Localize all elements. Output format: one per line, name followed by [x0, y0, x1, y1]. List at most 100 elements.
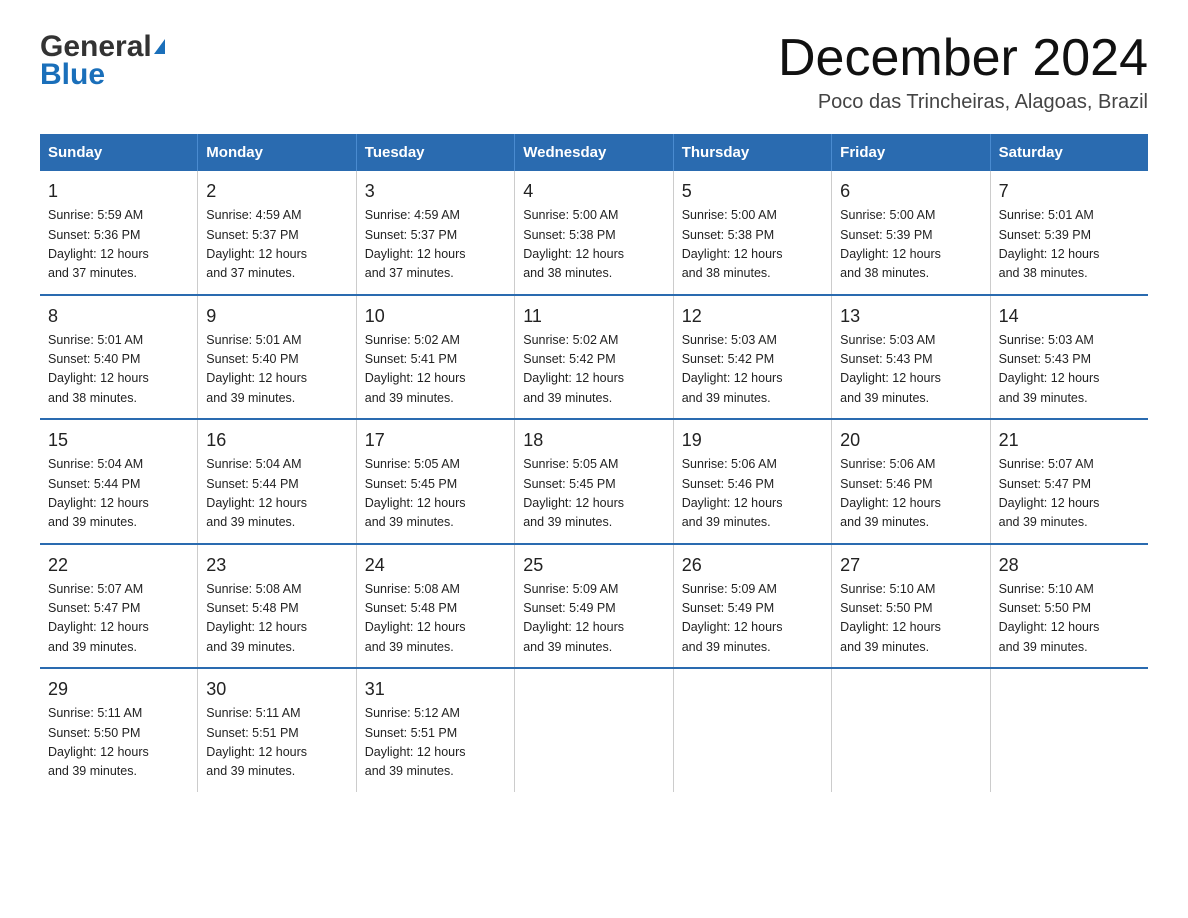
day-info: Sunrise: 5:08 AM Sunset: 5:48 PM Dayligh…	[365, 580, 506, 658]
day-number: 10	[365, 306, 506, 327]
day-number: 20	[840, 430, 981, 451]
header-monday: Monday	[198, 134, 356, 171]
day-info: Sunrise: 4:59 AM Sunset: 5:37 PM Dayligh…	[206, 206, 347, 284]
day-number: 5	[682, 181, 823, 202]
day-number: 9	[206, 306, 347, 327]
day-info: Sunrise: 5:01 AM Sunset: 5:40 PM Dayligh…	[48, 331, 189, 409]
header-thursday: Thursday	[673, 134, 831, 171]
day-number: 28	[999, 555, 1140, 576]
day-info: Sunrise: 5:07 AM Sunset: 5:47 PM Dayligh…	[48, 580, 189, 658]
calendar-cell: 25 Sunrise: 5:09 AM Sunset: 5:49 PM Dayl…	[515, 544, 673, 669]
day-number: 30	[206, 679, 347, 700]
calendar-cell: 28 Sunrise: 5:10 AM Sunset: 5:50 PM Dayl…	[990, 544, 1148, 669]
day-number: 8	[48, 306, 189, 327]
calendar-cell: 19 Sunrise: 5:06 AM Sunset: 5:46 PM Dayl…	[673, 419, 831, 544]
day-number: 7	[999, 181, 1140, 202]
calendar-table: SundayMondayTuesdayWednesdayThursdayFrid…	[40, 134, 1148, 792]
calendar-cell: 11 Sunrise: 5:02 AM Sunset: 5:42 PM Dayl…	[515, 295, 673, 420]
day-number: 31	[365, 679, 506, 700]
calendar-cell: 15 Sunrise: 5:04 AM Sunset: 5:44 PM Dayl…	[40, 419, 198, 544]
day-number: 15	[48, 430, 189, 451]
day-info: Sunrise: 5:06 AM Sunset: 5:46 PM Dayligh…	[840, 455, 981, 533]
day-number: 6	[840, 181, 981, 202]
day-number: 26	[682, 555, 823, 576]
calendar-cell	[673, 668, 831, 792]
page-subtitle: Poco das Trincheiras, Alagoas, Brazil	[778, 91, 1148, 114]
day-number: 27	[840, 555, 981, 576]
day-info: Sunrise: 5:05 AM Sunset: 5:45 PM Dayligh…	[365, 455, 506, 533]
day-info: Sunrise: 5:02 AM Sunset: 5:41 PM Dayligh…	[365, 331, 506, 409]
calendar-cell: 14 Sunrise: 5:03 AM Sunset: 5:43 PM Dayl…	[990, 295, 1148, 420]
day-number: 16	[206, 430, 347, 451]
calendar-cell: 8 Sunrise: 5:01 AM Sunset: 5:40 PM Dayli…	[40, 295, 198, 420]
calendar-week-row: 8 Sunrise: 5:01 AM Sunset: 5:40 PM Dayli…	[40, 295, 1148, 420]
day-info: Sunrise: 5:09 AM Sunset: 5:49 PM Dayligh…	[523, 580, 664, 658]
calendar-cell: 30 Sunrise: 5:11 AM Sunset: 5:51 PM Dayl…	[198, 668, 356, 792]
calendar-cell: 13 Sunrise: 5:03 AM Sunset: 5:43 PM Dayl…	[832, 295, 990, 420]
day-info: Sunrise: 4:59 AM Sunset: 5:37 PM Dayligh…	[365, 206, 506, 284]
day-number: 29	[48, 679, 189, 700]
calendar-cell	[990, 668, 1148, 792]
day-info: Sunrise: 5:59 AM Sunset: 5:36 PM Dayligh…	[48, 206, 189, 284]
day-info: Sunrise: 5:10 AM Sunset: 5:50 PM Dayligh…	[840, 580, 981, 658]
calendar-cell	[515, 668, 673, 792]
day-number: 11	[523, 306, 664, 327]
calendar-cell: 26 Sunrise: 5:09 AM Sunset: 5:49 PM Dayl…	[673, 544, 831, 669]
calendar-cell: 9 Sunrise: 5:01 AM Sunset: 5:40 PM Dayli…	[198, 295, 356, 420]
day-info: Sunrise: 5:06 AM Sunset: 5:46 PM Dayligh…	[682, 455, 823, 533]
calendar-cell: 24 Sunrise: 5:08 AM Sunset: 5:48 PM Dayl…	[356, 544, 514, 669]
header-wednesday: Wednesday	[515, 134, 673, 171]
calendar-cell: 23 Sunrise: 5:08 AM Sunset: 5:48 PM Dayl…	[198, 544, 356, 669]
page-header: General Blue December 2024 Poco das Trin…	[40, 30, 1148, 114]
calendar-cell: 1 Sunrise: 5:59 AM Sunset: 5:36 PM Dayli…	[40, 171, 198, 295]
day-info: Sunrise: 5:07 AM Sunset: 5:47 PM Dayligh…	[999, 455, 1140, 533]
calendar-cell: 4 Sunrise: 5:00 AM Sunset: 5:38 PM Dayli…	[515, 171, 673, 295]
calendar-cell: 3 Sunrise: 4:59 AM Sunset: 5:37 PM Dayli…	[356, 171, 514, 295]
header-friday: Friday	[832, 134, 990, 171]
calendar-cell: 12 Sunrise: 5:03 AM Sunset: 5:42 PM Dayl…	[673, 295, 831, 420]
day-info: Sunrise: 5:03 AM Sunset: 5:42 PM Dayligh…	[682, 331, 823, 409]
day-number: 2	[206, 181, 347, 202]
calendar-cell: 20 Sunrise: 5:06 AM Sunset: 5:46 PM Dayl…	[832, 419, 990, 544]
calendar-cell: 17 Sunrise: 5:05 AM Sunset: 5:45 PM Dayl…	[356, 419, 514, 544]
logo: General Blue	[40, 30, 165, 92]
calendar-cell: 22 Sunrise: 5:07 AM Sunset: 5:47 PM Dayl…	[40, 544, 198, 669]
calendar-cell: 21 Sunrise: 5:07 AM Sunset: 5:47 PM Dayl…	[990, 419, 1148, 544]
day-info: Sunrise: 5:01 AM Sunset: 5:39 PM Dayligh…	[999, 206, 1140, 284]
day-info: Sunrise: 5:04 AM Sunset: 5:44 PM Dayligh…	[48, 455, 189, 533]
calendar-cell: 31 Sunrise: 5:12 AM Sunset: 5:51 PM Dayl…	[356, 668, 514, 792]
calendar-cell: 6 Sunrise: 5:00 AM Sunset: 5:39 PM Dayli…	[832, 171, 990, 295]
calendar-cell: 5 Sunrise: 5:00 AM Sunset: 5:38 PM Dayli…	[673, 171, 831, 295]
day-info: Sunrise: 5:04 AM Sunset: 5:44 PM Dayligh…	[206, 455, 347, 533]
calendar-cell: 7 Sunrise: 5:01 AM Sunset: 5:39 PM Dayli…	[990, 171, 1148, 295]
day-number: 12	[682, 306, 823, 327]
day-number: 24	[365, 555, 506, 576]
logo-arrow-icon	[154, 39, 165, 54]
calendar-cell: 27 Sunrise: 5:10 AM Sunset: 5:50 PM Dayl…	[832, 544, 990, 669]
page-title: December 2024	[778, 30, 1148, 87]
day-number: 3	[365, 181, 506, 202]
day-info: Sunrise: 5:00 AM Sunset: 5:38 PM Dayligh…	[523, 206, 664, 284]
day-number: 4	[523, 181, 664, 202]
day-info: Sunrise: 5:03 AM Sunset: 5:43 PM Dayligh…	[840, 331, 981, 409]
day-info: Sunrise: 5:12 AM Sunset: 5:51 PM Dayligh…	[365, 704, 506, 782]
title-block: December 2024 Poco das Trincheiras, Alag…	[778, 30, 1148, 114]
day-number: 17	[365, 430, 506, 451]
calendar-cell	[832, 668, 990, 792]
header-sunday: Sunday	[40, 134, 198, 171]
calendar-week-row: 1 Sunrise: 5:59 AM Sunset: 5:36 PM Dayli…	[40, 171, 1148, 295]
day-info: Sunrise: 5:08 AM Sunset: 5:48 PM Dayligh…	[206, 580, 347, 658]
day-info: Sunrise: 5:01 AM Sunset: 5:40 PM Dayligh…	[206, 331, 347, 409]
day-info: Sunrise: 5:11 AM Sunset: 5:51 PM Dayligh…	[206, 704, 347, 782]
day-number: 1	[48, 181, 189, 202]
day-info: Sunrise: 5:05 AM Sunset: 5:45 PM Dayligh…	[523, 455, 664, 533]
day-info: Sunrise: 5:00 AM Sunset: 5:39 PM Dayligh…	[840, 206, 981, 284]
calendar-cell: 29 Sunrise: 5:11 AM Sunset: 5:50 PM Dayl…	[40, 668, 198, 792]
calendar-cell: 10 Sunrise: 5:02 AM Sunset: 5:41 PM Dayl…	[356, 295, 514, 420]
calendar-week-row: 29 Sunrise: 5:11 AM Sunset: 5:50 PM Dayl…	[40, 668, 1148, 792]
header-saturday: Saturday	[990, 134, 1148, 171]
calendar-cell: 2 Sunrise: 4:59 AM Sunset: 5:37 PM Dayli…	[198, 171, 356, 295]
header-tuesday: Tuesday	[356, 134, 514, 171]
day-number: 14	[999, 306, 1140, 327]
day-number: 18	[523, 430, 664, 451]
